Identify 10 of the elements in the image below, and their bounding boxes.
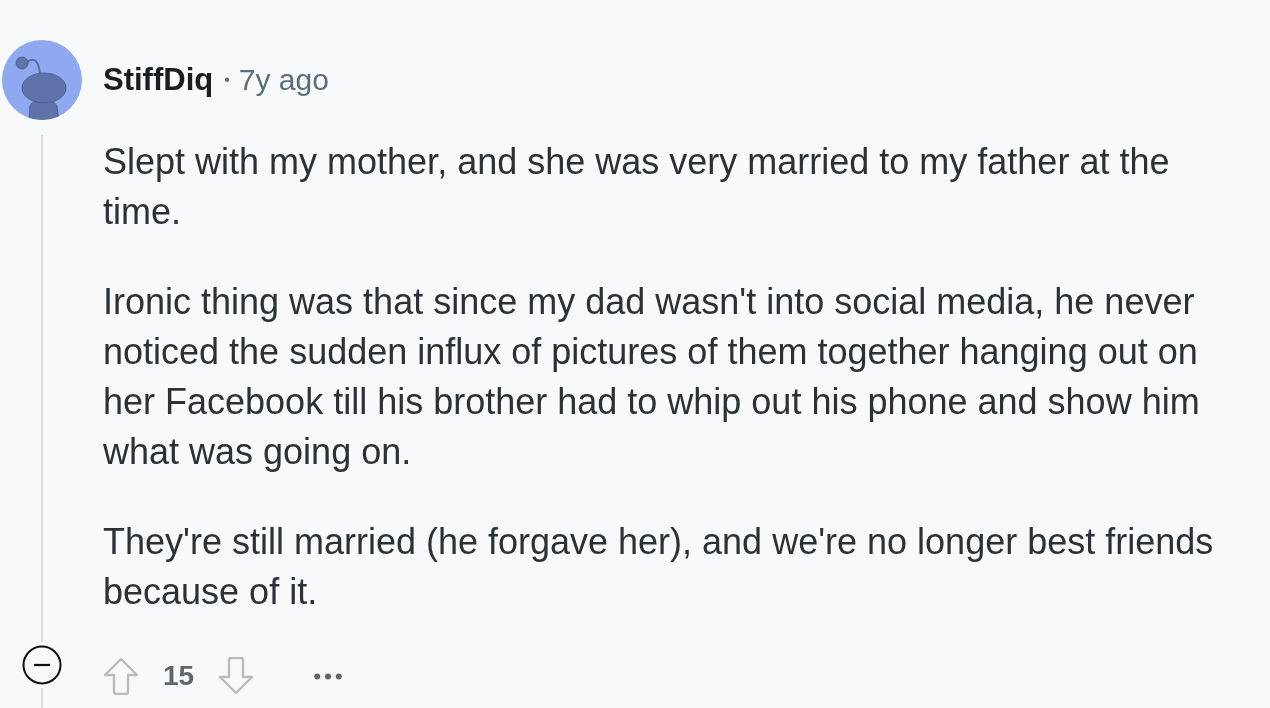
comment-paragraph: Slept with my mother, and she was very married to my father at the time. [103, 140, 1171, 234]
comment-paragraph: Ironic thing was that since my dad wasn't into social media, he never noticed the sudden influx of pictures of them together hanging out on her Facebook till his brother had to whip out his phone and show him what was going on. [103, 280, 1201, 474]
timestamp: 7y ago [238, 63, 329, 97]
avatar-icon [2, 40, 82, 120]
vote-count: 15 [163, 660, 195, 692]
more-options-button[interactable] [314, 672, 343, 680]
username-link[interactable]: StiffDiq [103, 62, 214, 98]
comment-paragraph: They're still married (he forgave her), and we're no longer best friends because of it. [103, 520, 1215, 614]
separator-dot: • [224, 71, 230, 89]
collapse-button[interactable] [22, 645, 62, 685]
